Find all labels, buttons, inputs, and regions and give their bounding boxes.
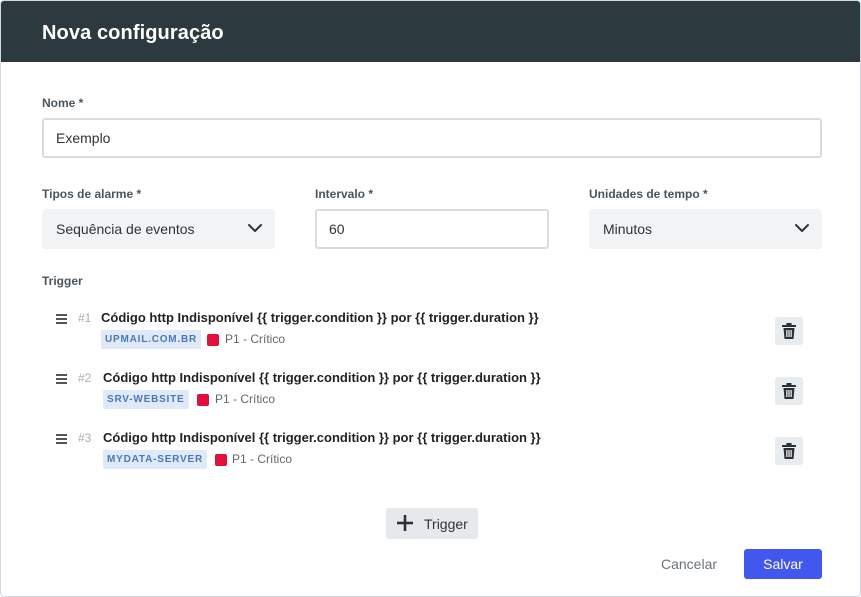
name-input[interactable]: Exemplo xyxy=(42,118,822,158)
delete-trigger-button[interactable] xyxy=(775,437,803,465)
cancel-button[interactable]: Cancelar xyxy=(649,549,729,579)
trigger-number: #3 xyxy=(78,431,92,445)
save-button[interactable]: Salvar xyxy=(744,549,822,579)
priority-label: P1 - Crítico xyxy=(215,392,276,406)
trigger-item: #2 Código http Indisponível {{ trigger.c… xyxy=(56,370,806,420)
delete-trigger-button[interactable] xyxy=(775,317,803,345)
priority-indicator xyxy=(197,394,209,406)
chevron-down-icon xyxy=(248,224,262,232)
time-units-label: Unidades de tempo * xyxy=(589,187,708,201)
drag-handle-icon[interactable] xyxy=(56,314,68,324)
delete-trigger-button[interactable] xyxy=(775,377,803,405)
time-units-select[interactable]: Minutos xyxy=(589,209,822,249)
priority-label: P1 - Crítico xyxy=(232,452,293,466)
trash-icon xyxy=(782,383,796,399)
alarm-type-select[interactable]: Sequência de eventos xyxy=(42,209,275,249)
new-configuration-dialog: Nova configuração Nome * Exemplo Tipos d… xyxy=(0,0,861,597)
trigger-label: Trigger xyxy=(42,274,83,288)
name-input-value: Exemplo xyxy=(56,130,111,146)
trigger-item: #3 Código http Indisponível {{ trigger.c… xyxy=(56,430,806,480)
plus-icon xyxy=(397,515,413,531)
trigger-item: #1 Código http Indisponível {{ trigger.c… xyxy=(56,310,806,360)
interval-input[interactable]: 60 xyxy=(315,209,549,249)
dialog-header: Nova configuração xyxy=(1,1,860,62)
trigger-title: Código http Indisponível {{ trigger.cond… xyxy=(101,310,539,325)
interval-input-value: 60 xyxy=(329,221,345,237)
alarm-type-label: Tipos de alarme * xyxy=(42,187,142,201)
priority-label: P1 - Crítico xyxy=(225,332,286,346)
add-trigger-button[interactable]: Trigger xyxy=(386,508,478,539)
drag-handle-icon[interactable] xyxy=(56,374,68,384)
trigger-title: Código http Indisponível {{ trigger.cond… xyxy=(103,430,541,445)
chevron-down-icon xyxy=(795,224,809,232)
trash-icon xyxy=(782,443,796,459)
add-trigger-label: Trigger xyxy=(424,516,468,532)
dialog-title: Nova configuração xyxy=(42,22,224,44)
time-units-value: Minutos xyxy=(603,221,653,237)
trigger-number: #2 xyxy=(78,371,92,385)
trash-icon xyxy=(782,323,796,339)
alarm-type-value: Sequência de eventos xyxy=(56,221,195,237)
trigger-title: Código http Indisponível {{ trigger.cond… xyxy=(103,370,541,385)
interval-label: Intervalo * xyxy=(315,187,374,201)
host-tag: SRV-WEBSITE xyxy=(103,390,189,409)
drag-handle-icon[interactable] xyxy=(56,434,68,444)
trigger-number: #1 xyxy=(78,311,92,325)
priority-indicator xyxy=(207,334,219,346)
host-tag: UPMAIL.COM.BR xyxy=(101,330,202,349)
host-tag: MYDATA-SERVER xyxy=(103,450,207,469)
priority-indicator xyxy=(215,454,227,466)
name-label: Nome * xyxy=(42,96,84,110)
